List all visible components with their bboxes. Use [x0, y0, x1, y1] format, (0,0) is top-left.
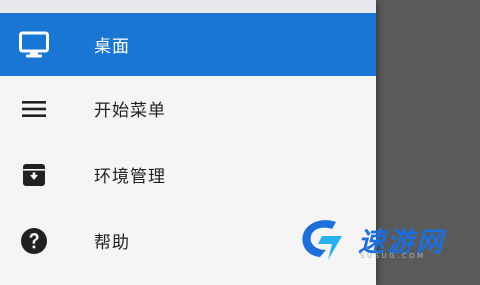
drawer-item-desktop[interactable]: 桌面: [0, 13, 376, 76]
drawer-item-environment[interactable]: 环境管理: [0, 143, 376, 206]
archive-icon: [18, 159, 50, 191]
watermark-logo: 速游网 SUSUG.COM: [296, 216, 476, 264]
drawer-item-label: 开始菜单: [94, 101, 166, 121]
menu-icon: [18, 93, 50, 125]
watermark-emblem-icon: [302, 220, 342, 260]
drawer-item-label: 环境管理: [94, 167, 166, 187]
drawer-item-start-menu[interactable]: 开始菜单: [0, 77, 376, 140]
watermark-subtitle: SUSUG.COM: [360, 252, 426, 260]
app-screen: 桌面 开始菜单 环境管理 帮助 速游网 SUSUG.COM: [0, 0, 480, 285]
drawer-item-label: 桌面: [94, 37, 130, 57]
drawer-header: [0, 0, 376, 13]
drawer-item-label: 帮助: [94, 233, 130, 253]
help-icon: [18, 225, 50, 257]
monitor-icon: [18, 29, 50, 61]
